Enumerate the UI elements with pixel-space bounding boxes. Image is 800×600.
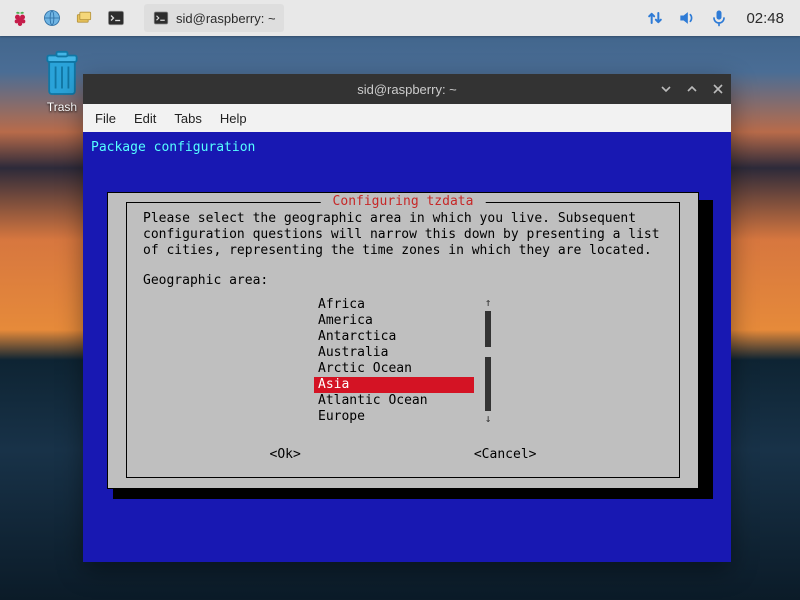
window-close-button[interactable]: [711, 82, 725, 96]
file-manager-launcher[interactable]: [70, 4, 98, 32]
network-indicator[interactable]: [644, 7, 666, 29]
menu-help[interactable]: Help: [220, 111, 247, 126]
list-item[interactable]: Antarctica: [314, 329, 474, 345]
dialog-buttons: <Ok> <Cancel>: [143, 447, 663, 467]
list-item[interactable]: Australia: [314, 345, 474, 361]
list-item[interactable]: Asia: [314, 377, 474, 393]
terminal-launcher[interactable]: [102, 4, 130, 32]
menu-tabs[interactable]: Tabs: [174, 111, 201, 126]
list-scrollbar[interactable]: ↑ ↓: [484, 297, 492, 425]
window-menubar: File Edit Tabs Help: [83, 104, 731, 132]
system-tray: 02:48: [644, 7, 794, 29]
folders-icon: [74, 8, 94, 28]
desktop-trash-label: Trash: [47, 100, 77, 114]
volume-indicator[interactable]: [676, 7, 698, 29]
raspberry-icon: [10, 8, 30, 28]
terminal-icon: [152, 9, 170, 27]
ok-button[interactable]: <Ok>: [270, 447, 301, 463]
dialog-body-text: Please select the geographic area in whi…: [143, 211, 663, 259]
list-item[interactable]: Atlantic Ocean: [314, 393, 474, 409]
web-browser-launcher[interactable]: [38, 4, 66, 32]
list-item[interactable]: America: [314, 313, 474, 329]
network-updown-icon: [645, 8, 665, 28]
terminal-viewport: Package configuration Configuring tzdata…: [83, 132, 731, 562]
panel-clock[interactable]: 02:48: [740, 10, 790, 27]
scroll-up-arrow[interactable]: ↑: [485, 297, 492, 309]
scroll-track[interactable]: [485, 311, 491, 411]
cancel-button[interactable]: <Cancel>: [474, 447, 537, 463]
app-menu-button[interactable]: [6, 4, 34, 32]
taskbar-entry-label: sid@raspberry: ~: [176, 11, 276, 26]
microphone-icon: [709, 8, 729, 28]
microphone-indicator[interactable]: [708, 7, 730, 29]
window-title: sid@raspberry: ~: [357, 82, 457, 97]
trash-icon: [40, 50, 84, 98]
list-item[interactable]: Africa: [314, 297, 474, 313]
globe-icon: [42, 8, 62, 28]
list-item[interactable]: Arctic Ocean: [314, 361, 474, 377]
top-panel: sid@raspberry: ~ 02:48: [0, 0, 800, 36]
close-icon: [712, 83, 724, 95]
list-item[interactable]: Europe: [314, 409, 474, 425]
window-minimize-button[interactable]: [685, 82, 699, 96]
chevron-up-icon: [686, 83, 698, 95]
dialog-prompt: Geographic area:: [143, 273, 663, 289]
window-menu-button[interactable]: [659, 82, 673, 96]
geographic-area-list: AfricaAmericaAntarcticaAustraliaArctic O…: [143, 297, 663, 425]
tui-dialog-wrap: Configuring tzdata Please select the geo…: [89, 162, 725, 511]
speaker-icon: [677, 8, 697, 28]
package-config-header: Package configuration: [89, 138, 725, 162]
terminal-icon: [106, 8, 126, 28]
chevron-down-icon: [660, 83, 672, 95]
menu-edit[interactable]: Edit: [134, 111, 156, 126]
taskbar-entry-terminal[interactable]: sid@raspberry: ~: [144, 4, 284, 32]
scroll-thumb[interactable]: [485, 347, 491, 357]
dialog-title: Configuring tzdata: [321, 194, 486, 210]
menu-file[interactable]: File: [95, 111, 116, 126]
terminal-window: sid@raspberry: ~ File Edit Tabs Help Pac…: [83, 74, 731, 562]
scroll-down-arrow[interactable]: ↓: [485, 413, 492, 425]
window-titlebar[interactable]: sid@raspberry: ~: [83, 74, 731, 104]
tzdata-dialog: Configuring tzdata Please select the geo…: [107, 192, 699, 489]
